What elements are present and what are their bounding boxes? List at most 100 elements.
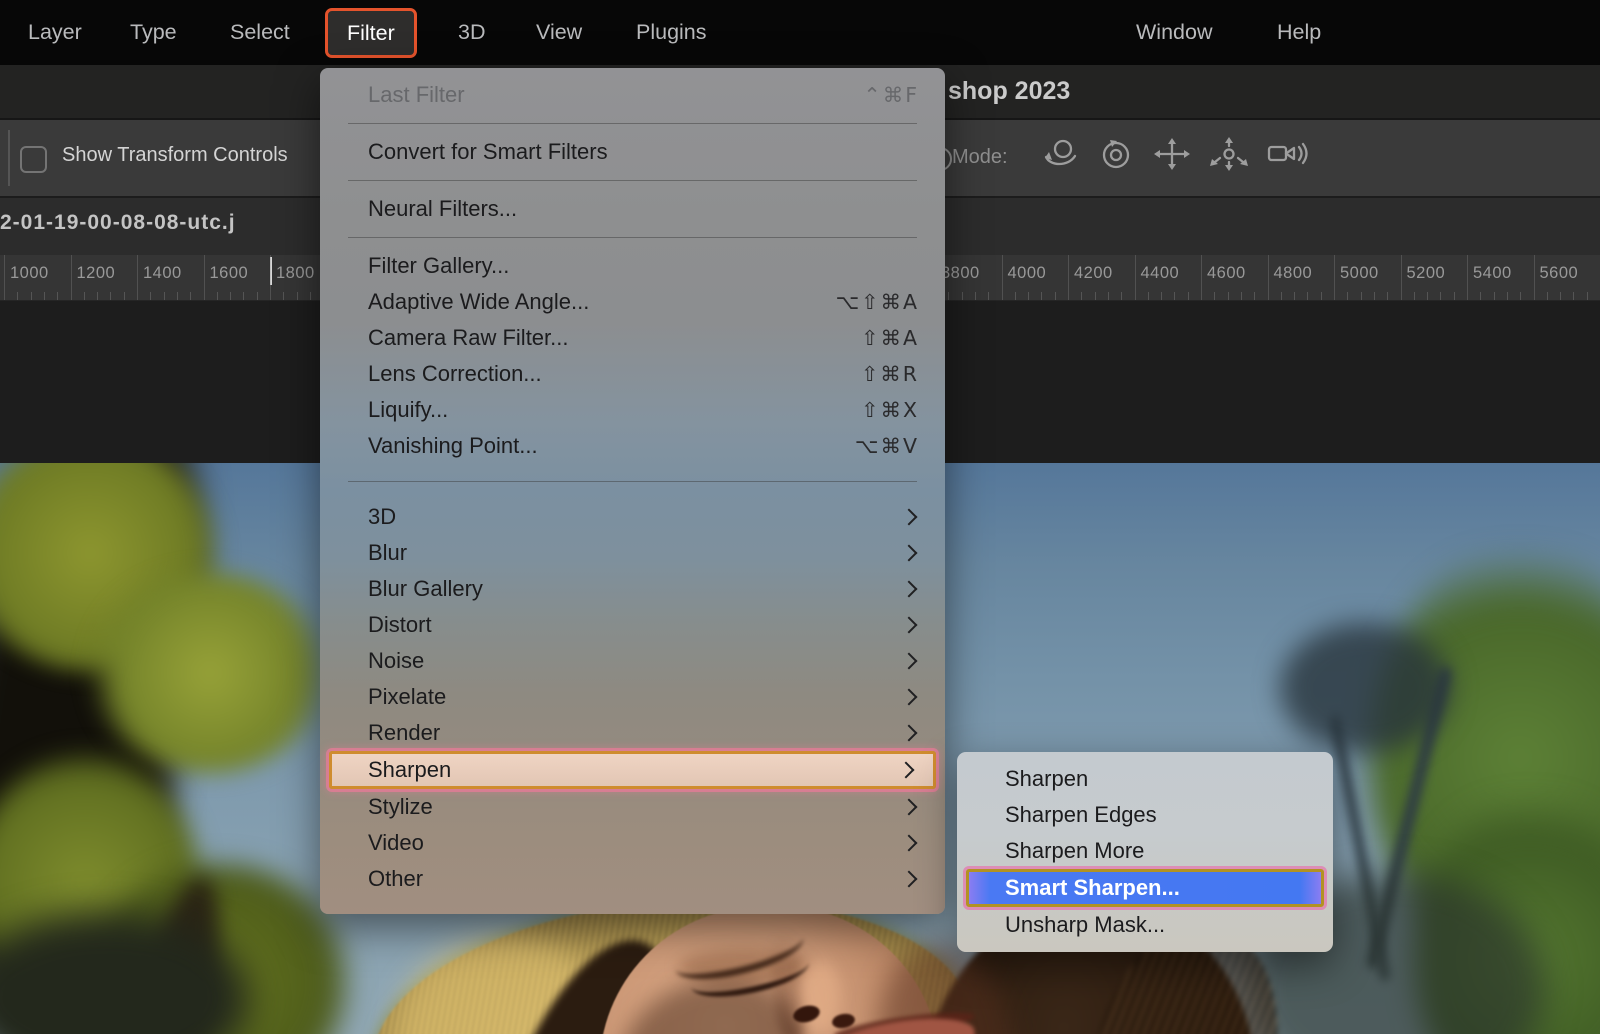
ruler-minor-tick <box>1547 292 1548 300</box>
ruler-minor-tick <box>310 292 311 300</box>
ruler-label: 5600 <box>1540 264 1579 283</box>
ruler-minor-tick <box>1041 292 1042 300</box>
menu-item-label: Sharpen <box>1005 766 1088 792</box>
orbit-3d-icon[interactable] <box>1040 137 1080 171</box>
ruler-minor-tick <box>962 292 963 300</box>
roll-3d-icon[interactable] <box>1097 137 1135 171</box>
ruler-minor-tick <box>975 292 976 300</box>
menu-item-label: 3D <box>368 504 903 530</box>
show-transform-checkbox[interactable] <box>20 146 47 173</box>
menu-item-label: Lens Correction... <box>368 361 861 387</box>
ruler-minor-tick <box>1587 292 1588 300</box>
ruler-label: 5200 <box>1407 264 1446 283</box>
menubar-item-filter[interactable]: Filter <box>325 8 417 58</box>
menubar-item-select[interactable]: Select <box>230 0 290 65</box>
menu-item-label: Noise <box>368 648 903 674</box>
ruler-major-tick <box>1002 255 1003 300</box>
sharpen-submenu-item-sharpen-edges[interactable]: Sharpen Edges <box>957 797 1333 833</box>
ruler-minor-tick <box>1055 292 1056 300</box>
sharpen-submenu-item-sharpen[interactable]: Sharpen <box>957 761 1333 797</box>
menu-item-label: Render <box>368 720 903 746</box>
ruler-minor-tick <box>177 292 178 300</box>
filter-menu-item-noise[interactable]: Noise <box>320 643 945 679</box>
ruler-minor-tick <box>1121 292 1122 300</box>
ruler-major-tick <box>4 255 5 300</box>
ruler-minor-tick <box>1108 292 1109 300</box>
submenu-chevron-icon <box>901 545 918 562</box>
submenu-chevron-icon <box>901 689 918 706</box>
camera-audio-icon[interactable] <box>1266 137 1310 171</box>
menubar-item-view[interactable]: View <box>536 0 582 65</box>
document-tab[interactable]: 2-01-19-00-08-08-utc.j <box>0 211 236 235</box>
ruler-major-tick <box>1268 255 1269 300</box>
ruler-minor-tick <box>1307 292 1308 300</box>
sharpen-submenu-item-unsharp-mask[interactable]: Unsharp Mask... <box>957 907 1333 943</box>
submenu-chevron-icon <box>901 835 918 852</box>
menubar-item-type[interactable]: Type <box>130 0 177 65</box>
ruler-minor-tick <box>297 292 298 300</box>
menu-separator <box>348 123 917 124</box>
ruler-major-tick <box>1401 255 1402 300</box>
menubar-item-window[interactable]: Window <box>1136 0 1212 65</box>
mode-label: Mode: <box>952 146 1008 169</box>
ruler-minor-tick <box>1374 292 1375 300</box>
filter-menu-item-pixelate[interactable]: Pixelate <box>320 679 945 715</box>
submenu-chevron-icon <box>901 653 918 670</box>
filter-menu-item-render[interactable]: Render <box>320 715 945 751</box>
ruler-minor-tick <box>1573 292 1574 300</box>
menu-item-shortcut: ⌃⌘F <box>864 83 919 107</box>
submenu-chevron-icon <box>901 581 918 598</box>
ruler-minor-tick <box>150 292 151 300</box>
ruler-minor-tick <box>1387 292 1388 300</box>
ruler-label: 1800 <box>276 264 315 283</box>
ruler-label: 1400 <box>143 264 182 283</box>
ruler-major-tick <box>270 255 271 300</box>
filter-menu-item-other[interactable]: Other <box>320 861 945 897</box>
ruler-minor-tick <box>1281 292 1282 300</box>
ruler-minor-tick <box>31 292 32 300</box>
filter-menu-item-vanishing-point[interactable]: Vanishing Point...⌥⌘V <box>320 428 945 464</box>
filter-menu-item-camera-raw-filter[interactable]: Camera Raw Filter...⇧⌘A <box>320 320 945 356</box>
ruler-label: 4200 <box>1074 264 1113 283</box>
menu-separator <box>348 180 917 181</box>
submenu-chevron-icon <box>901 871 918 888</box>
slide-3d-icon[interactable] <box>1209 137 1249 171</box>
ruler-major-tick <box>1135 255 1136 300</box>
ruler-minor-tick <box>1161 292 1162 300</box>
options-divider <box>8 130 10 186</box>
filter-menu-item-blur-gallery[interactable]: Blur Gallery <box>320 571 945 607</box>
sharpen-submenu-item-smart-sharpen[interactable]: Smart Sharpen... <box>966 869 1324 907</box>
filter-menu-item-video[interactable]: Video <box>320 825 945 861</box>
filter-menu-item-stylize[interactable]: Stylize <box>320 789 945 825</box>
menubar-item-plugins[interactable]: Plugins <box>636 0 707 65</box>
sharpen-submenu: Sharpen Sharpen EdgesSharpen More Smart Sh… <box>957 752 1333 952</box>
menu-item-label: Smart Sharpen... <box>1005 875 1180 901</box>
sharpen-submenu-item-sharpen-more[interactable]: Sharpen More <box>957 833 1333 869</box>
filter-menu-item-3d[interactable]: 3D <box>320 499 945 535</box>
ruler-minor-tick <box>1361 292 1362 300</box>
filter-menu-item-sharpen[interactable]: Sharpen <box>329 751 936 789</box>
menu-item-shortcut: ⇧⌘X <box>861 398 919 422</box>
ruler-minor-tick <box>1454 292 1455 300</box>
filter-menu-item-adaptive-wide-angle[interactable]: Adaptive Wide Angle...⌥⇧⌘A <box>320 284 945 320</box>
filter-menu-item-neural-filters[interactable]: Neural Filters... <box>320 191 945 227</box>
pan-3d-icon[interactable] <box>1152 137 1192 171</box>
filter-menu-item-distort[interactable]: Distort <box>320 607 945 643</box>
menu-item-label: Blur <box>368 540 903 566</box>
menubar-item-layer[interactable]: Layer <box>28 0 82 65</box>
ruler-minor-tick <box>1560 292 1561 300</box>
filter-menu-item-blur[interactable]: Blur <box>320 535 945 571</box>
submenu-chevron-icon <box>901 617 918 634</box>
ruler-major-tick <box>1334 255 1335 300</box>
menu-item-shortcut: ⇧⌘A <box>861 326 919 350</box>
menu-item-label: Neural Filters... <box>368 196 919 222</box>
ruler-minor-tick <box>1228 292 1229 300</box>
menubar-item-3d[interactable]: 3D <box>458 0 485 65</box>
filter-menu-item-liquify[interactable]: Liquify...⇧⌘X <box>320 392 945 428</box>
ruler-minor-tick <box>1440 292 1441 300</box>
filter-menu-item-lens-correction[interactable]: Lens Correction...⇧⌘R <box>320 356 945 392</box>
filter-menu-item-filter-gallery[interactable]: Filter Gallery... <box>320 248 945 284</box>
menu-bar: Layer Type Select Filter 3D View Plugins Window… <box>0 0 1600 65</box>
filter-menu-item-convert-for-smart-filters[interactable]: Convert for Smart Filters <box>320 134 945 170</box>
menubar-item-help[interactable]: Help <box>1277 0 1321 65</box>
